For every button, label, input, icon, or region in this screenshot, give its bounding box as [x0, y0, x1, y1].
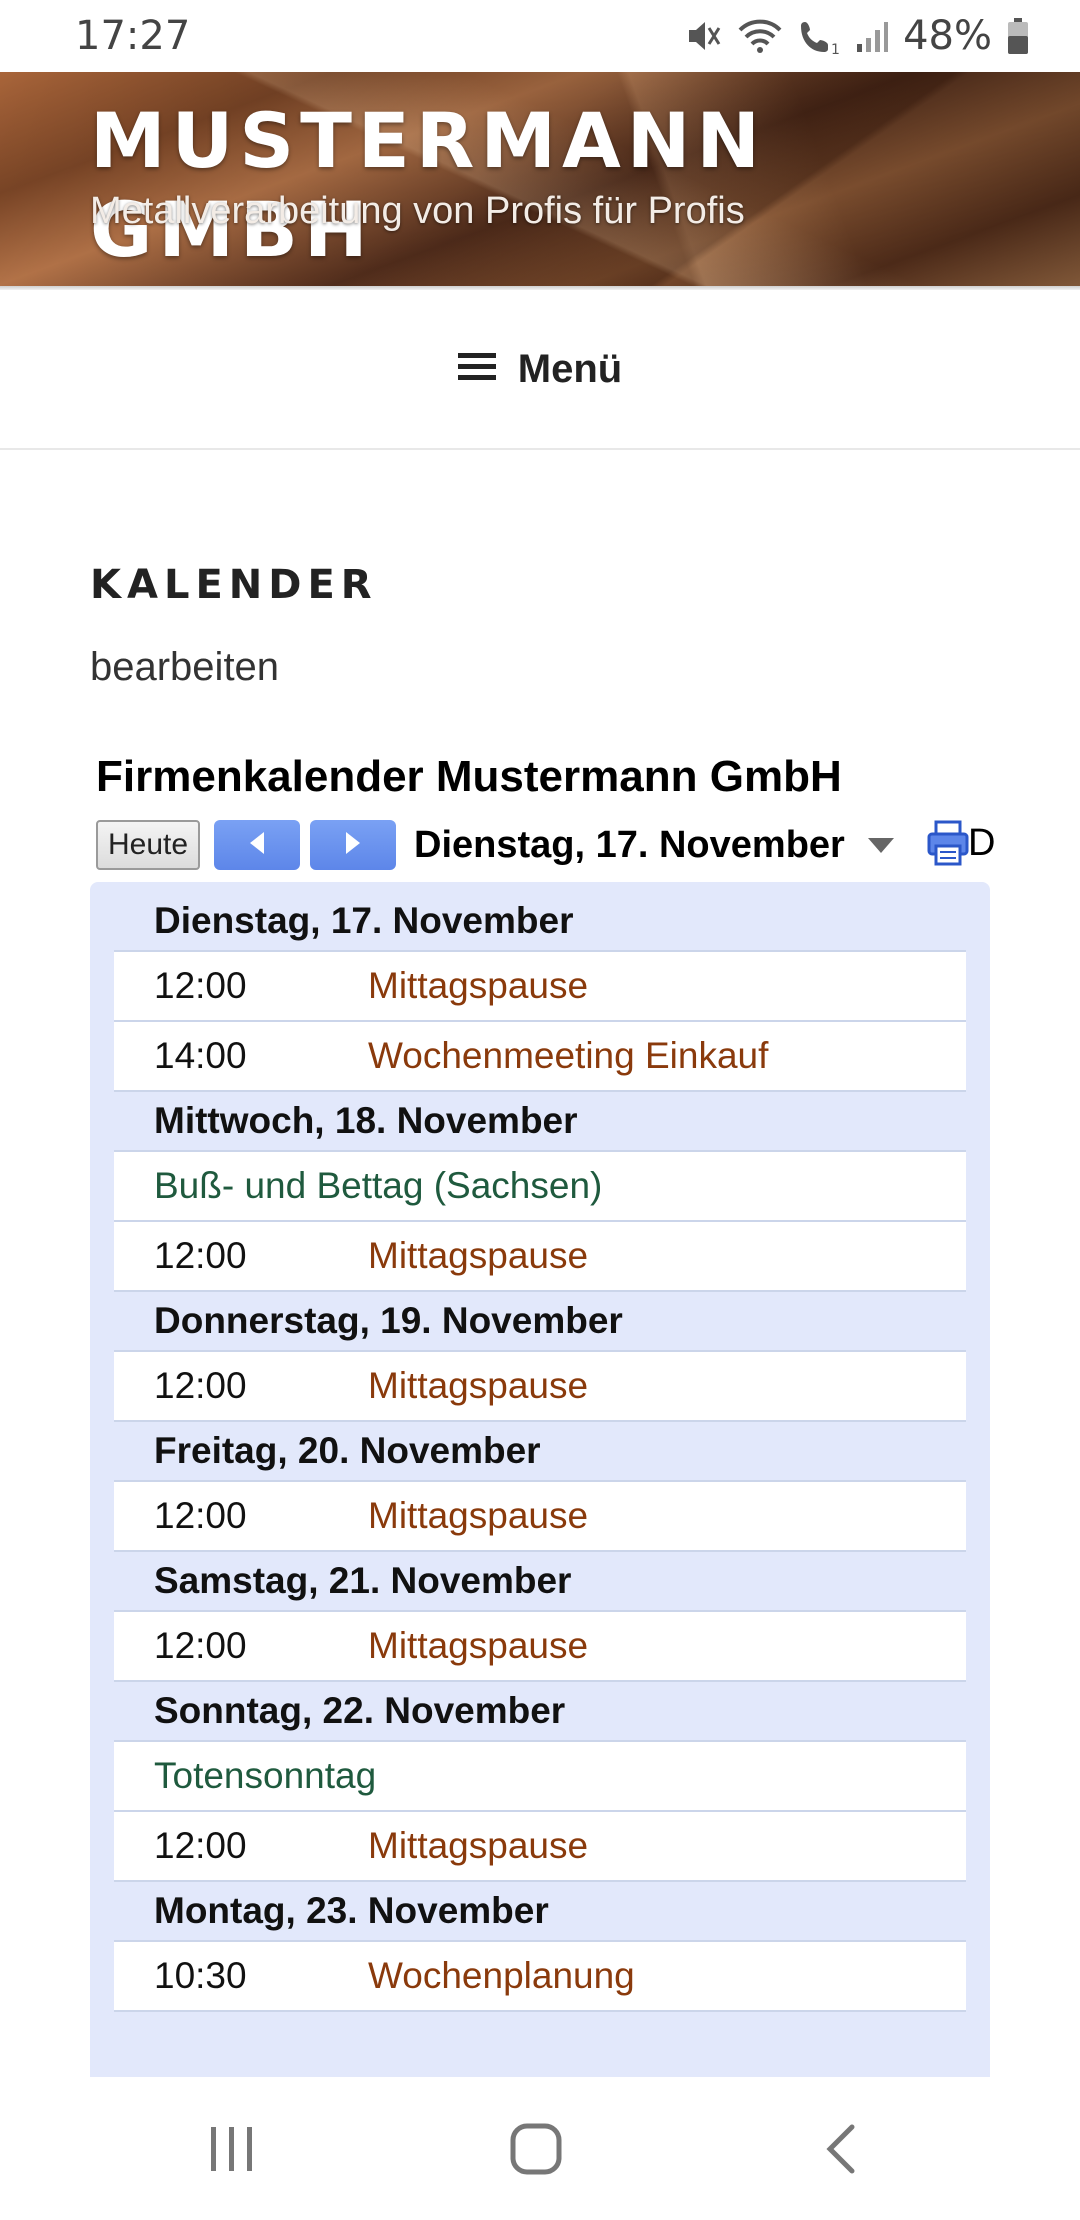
agenda-list: Dienstag, 17. November 12:00 Mittagspause 1… [114, 892, 966, 2012]
event-time: 14:00 [154, 1035, 247, 1076]
event-title: Mittagspause [368, 1365, 589, 1406]
recent-apps-icon[interactable] [207, 2123, 257, 2180]
event-title: Mittagspause [368, 1825, 589, 1866]
event-row[interactable]: 12:00 Mittagspause [114, 1220, 966, 1292]
event-title: Wochenmeeting Einkauf [368, 1035, 769, 1076]
day-header: Sonntag, 22. November [154, 1690, 566, 1731]
site-header: MUSTERMANN GMBH Metallverarbeitung von P… [0, 72, 1080, 286]
agenda-view: Dienstag, 17. November 12:00 Mittagspause 1… [90, 882, 990, 2077]
agenda-day: Samstag, 21. November 12:00 Mittagspause [114, 1552, 966, 1682]
wifi-icon [737, 16, 783, 56]
allday-event-title: Buß- und Bettag (Sachsen) [154, 1165, 603, 1206]
allday-event[interactable]: Buß- und Bettag (Sachsen) [114, 1150, 966, 1220]
event-time: 12:00 [154, 1495, 247, 1536]
event-time: 12:00 [154, 1365, 247, 1406]
day-header: Dienstag, 17. November [154, 900, 574, 941]
signal-icon [855, 16, 889, 56]
allday-event[interactable]: Totensonntag [114, 1740, 966, 1810]
printer-icon [926, 820, 970, 872]
event-row[interactable]: 10:30 Wochenplanung [114, 1940, 966, 2012]
agenda-day: Donnerstag, 19. November 12:00 Mittagspaus… [114, 1292, 966, 1422]
allday-event-title: Totensonntag [154, 1755, 377, 1796]
status-time: 17:27 [75, 13, 191, 59]
event-title: Mittagspause [368, 1235, 589, 1276]
current-date: Dienstag, 17. November [414, 824, 845, 866]
event-time: 12:00 [154, 965, 247, 1006]
agenda-day: Sonntag, 22. November Totensonntag 12:00 Mi… [114, 1682, 966, 1882]
event-row[interactable]: 12:00 Mittagspause [114, 1810, 966, 1882]
battery-icon [1006, 16, 1030, 56]
page-title: KALENDER [90, 562, 378, 608]
print-button[interactable] [926, 818, 970, 873]
svg-text:1: 1 [831, 42, 840, 56]
agenda-day: Dienstag, 17. November 12:00 Mittagspause 1… [114, 892, 966, 1092]
mute-icon [683, 16, 723, 56]
event-title: Wochenplanung [368, 1955, 635, 1996]
date-picker-dropdown[interactable] [866, 836, 896, 861]
event-time: 12:00 [154, 1235, 247, 1276]
day-header: Donnerstag, 19. November [154, 1300, 623, 1341]
arrow-right-icon [342, 830, 364, 861]
day-header: Samstag, 21. November [154, 1560, 572, 1601]
agenda-day: Montag, 23. November 10:30 Wochenplanung [114, 1882, 966, 2012]
event-title: Mittagspause [368, 1495, 589, 1536]
event-time: 12:00 [154, 1625, 247, 1666]
back-icon[interactable] [820, 2121, 860, 2182]
home-icon[interactable] [508, 2121, 564, 2182]
caret-down-icon [866, 838, 896, 860]
calendar-title: Firmenkalender Mustermann GmbH [96, 752, 842, 801]
agenda-day: Mittwoch, 18. November Buß- und Bettag (S… [114, 1092, 966, 1292]
menu-toggle[interactable]: Menü [0, 290, 1080, 450]
event-row[interactable]: 14:00 Wochenmeeting Einkauf [114, 1020, 966, 1092]
truncated-view-label: D [968, 822, 996, 864]
day-header: Montag, 23. November [154, 1890, 549, 1931]
site-title[interactable]: MUSTERMANN GMBH [90, 96, 1080, 274]
day-header: Freitag, 20. November [154, 1430, 541, 1471]
event-row[interactable]: 12:00 Mittagspause [114, 1480, 966, 1552]
previous-button[interactable] [214, 820, 300, 870]
day-header: Mittwoch, 18. November [154, 1100, 578, 1141]
site-tagline: Metallverarbeitung von Profis für Profis [90, 190, 745, 232]
hamburger-icon [457, 351, 496, 388]
event-title: Mittagspause [368, 1625, 589, 1666]
battery-level: 48% [903, 13, 992, 59]
status-bar: 17:27 1 48% [0, 0, 1080, 72]
status-icons: 1 48% [683, 13, 1030, 59]
today-button[interactable]: Heute [96, 820, 200, 870]
event-row[interactable]: 12:00 Mittagspause [114, 950, 966, 1020]
event-title: Mittagspause [368, 965, 589, 1006]
wifi-calling-icon: 1 [797, 16, 841, 56]
edit-link[interactable]: bearbeiten [90, 645, 279, 690]
event-row[interactable]: 12:00 Mittagspause [114, 1350, 966, 1422]
menu-label: Menü [517, 346, 623, 391]
event-time: 10:30 [154, 1955, 247, 1996]
next-button[interactable] [310, 820, 396, 870]
calendar-navbar: Heute Dienstag, 17. November D [96, 818, 1016, 874]
arrow-left-icon [246, 830, 268, 861]
event-row[interactable]: 12:00 Mittagspause [114, 1610, 966, 1682]
event-time: 12:00 [154, 1825, 247, 1866]
agenda-day: Freitag, 20. November 12:00 Mittagspause [114, 1422, 966, 1552]
navigation-bar [0, 2077, 1080, 2220]
